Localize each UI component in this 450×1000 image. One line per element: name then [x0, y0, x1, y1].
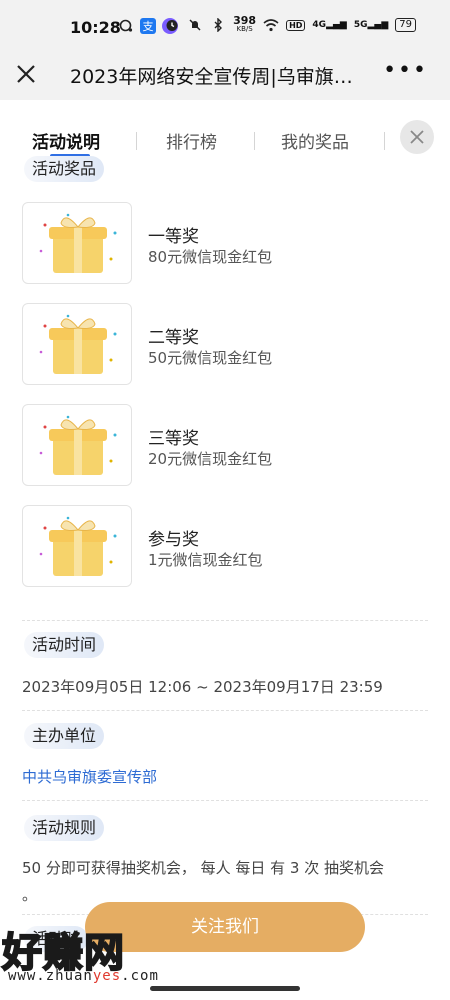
watermark-url-prefix: www.zhuan	[8, 968, 93, 984]
mute-bell-icon	[187, 17, 203, 33]
section-divider	[22, 620, 428, 621]
organizer-link[interactable]: 中共乌审旗委宣传部	[22, 766, 157, 787]
prize-item: 参与奖 1元微信现金红包	[22, 505, 412, 587]
prize-name: 一等奖	[148, 227, 199, 247]
activity-time-value: 2023年09月05日 12:06 ~ 2023年09月17日 23:59	[22, 678, 383, 696]
gift-box-icon	[39, 314, 117, 374]
status-right-icons: 398 KB/S HD 4G▂▄▆ 5G▂▄▆ 79	[164, 14, 416, 34]
section-title-time: 活动时间	[24, 632, 105, 658]
watermark-url-highlight: yes	[92, 968, 122, 984]
section-divider	[22, 710, 428, 711]
section-title-rules: 活动规则	[24, 815, 105, 841]
section-title-prizes: 活动奖品	[24, 156, 105, 182]
status-bar: 10:28 支 ● 398 KB/S HD 4G▂▄▆ 5G▂▄▆ 79	[0, 0, 450, 52]
prize-name: 参与奖	[148, 530, 199, 550]
section-title-organizer: 主办单位	[24, 723, 105, 749]
battery-indicator: 79	[395, 18, 416, 32]
rules-text-line2: 。	[22, 886, 38, 904]
tab-activity-info[interactable]: 活动说明	[32, 128, 100, 153]
chat-bubble-icon	[118, 18, 134, 34]
prize-item: 二等奖 50元微信现金红包	[22, 303, 412, 385]
signal-5g-label: 5G	[353, 20, 368, 30]
home-indicator[interactable]	[150, 986, 300, 991]
activity-sheet: 活动说明 排行榜 我的奖品 活动奖品 一等奖 80元微信现金红包 二等奖 50元…	[0, 104, 450, 1000]
signal-5g: 5G▂▄▆	[354, 20, 388, 30]
gift-box-image	[22, 505, 132, 587]
tab-my-prizes[interactable]: 我的奖品	[281, 128, 349, 153]
prize-item: 一等奖 80元微信现金红包	[22, 202, 412, 284]
net-speed-value: 398	[233, 14, 257, 27]
signal-bars-icon: ▂▄▆	[367, 20, 389, 30]
close-icon[interactable]	[14, 62, 38, 86]
signal-4g-label: 4G	[312, 20, 327, 30]
gift-box-image	[22, 202, 132, 284]
prize-item: 三等奖 20元微信现金红包	[22, 404, 412, 486]
tab-bar: 活动说明 排行榜 我的奖品	[0, 120, 450, 160]
signal-4g: 4G▂▄▆	[312, 20, 346, 30]
prize-desc: 1元微信现金红包	[148, 551, 263, 569]
net-speed-unit: KB/S	[236, 25, 253, 33]
tab-divider	[254, 132, 255, 150]
tab-divider	[384, 132, 385, 150]
prize-desc: 20元微信现金红包	[148, 450, 273, 468]
hd-badge: HD	[286, 19, 306, 31]
bluetooth-icon	[210, 17, 226, 33]
tab-leaderboard[interactable]: 排行榜	[166, 128, 217, 153]
status-time: 10:28	[70, 18, 121, 37]
title-bar: 2023年网络安全宣传周|乌审旗… •••	[0, 52, 450, 100]
prize-name: 二等奖	[148, 328, 199, 348]
gift-box-image	[22, 303, 132, 385]
watermark-url: www.zhuanyes.com	[8, 968, 159, 984]
page-title: 2023年网络安全宣传周|乌审旗…	[70, 66, 353, 88]
prize-name: 三等奖	[148, 429, 199, 449]
gift-box-image	[22, 404, 132, 486]
alarm-icon	[164, 17, 180, 33]
rules-text-line1: 50 分即可获得抽奖机会， 每人 每日 有 3 次 抽奖机会	[22, 859, 385, 877]
site-watermark: 好赚网 www.zhuanyes.com	[0, 912, 200, 990]
watermark-url-suffix: .com	[121, 968, 159, 984]
prize-desc: 50元微信现金红包	[148, 349, 273, 367]
sheet-close-button[interactable]	[400, 120, 434, 154]
section-divider	[22, 800, 428, 801]
gift-box-icon	[39, 415, 117, 475]
wifi-icon	[263, 17, 279, 33]
more-menu-button[interactable]: •••	[383, 58, 428, 83]
gift-box-icon	[39, 213, 117, 273]
close-icon	[410, 130, 424, 144]
net-speed: 398 KB/S	[233, 14, 257, 34]
signal-bars-icon: ▂▄▆	[326, 20, 347, 30]
alipay-icon: 支	[140, 18, 156, 34]
tab-divider	[136, 132, 137, 150]
gift-box-icon	[39, 516, 117, 576]
prize-desc: 80元微信现金红包	[148, 248, 273, 266]
